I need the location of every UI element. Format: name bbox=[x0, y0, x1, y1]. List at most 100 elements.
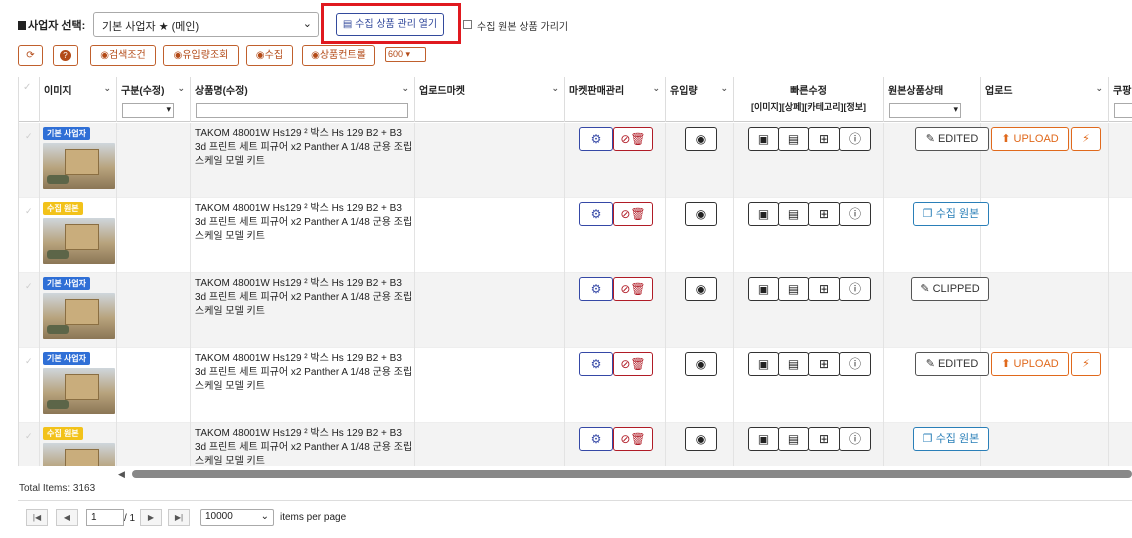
product-thumbnail[interactable] bbox=[43, 443, 115, 466]
select-all-header[interactable]: ✓ bbox=[19, 77, 40, 122]
col-image[interactable]: 이미지 ⌄ bbox=[40, 77, 117, 122]
col-quick-edit[interactable]: 빠른수정 [이미지][상페][카테고리][정보] bbox=[734, 77, 884, 122]
col-upload-market[interactable]: 업로드마켓 ⌄ bbox=[415, 77, 565, 122]
last-page-button[interactable]: ▶| bbox=[168, 509, 190, 526]
collect-button[interactable]: ◉수집 bbox=[246, 45, 293, 66]
edit-category-button[interactable]: ⊞ bbox=[808, 352, 840, 376]
product-thumbnail[interactable] bbox=[43, 293, 115, 339]
market-settings-button[interactable]: ⚙ bbox=[579, 352, 613, 376]
edit-image-button[interactable]: ▣ bbox=[748, 427, 779, 451]
market-settings-button[interactable]: ⚙ bbox=[579, 277, 613, 301]
edit-detail-page-button[interactable]: ▤ bbox=[778, 202, 809, 226]
page-size-select[interactable]: 600 ▾ bbox=[385, 47, 426, 62]
edit-image-button[interactable]: ▣ bbox=[748, 127, 779, 151]
category-filter-select[interactable]: ▾ bbox=[122, 103, 174, 118]
market-settings-button[interactable]: ⚙ bbox=[579, 427, 613, 451]
col-product-name[interactable]: 상품명(수정) ⌄ bbox=[191, 77, 415, 122]
upload-button[interactable]: ⬆ UPLOAD bbox=[991, 352, 1069, 376]
product-name-cell[interactable]: TAKOM 48001W Hs129 ² 박스 Hs 129 B2 + B3 3… bbox=[191, 423, 415, 466]
table-row[interactable]: ✓ 수집 원본 TAKOM 48001W Hs129 ² 박스 Hs 129 B… bbox=[19, 423, 1132, 466]
row-select[interactable]: ✓ bbox=[19, 198, 40, 273]
category-cell[interactable] bbox=[117, 273, 191, 348]
status-filter-select[interactable]: ▾ bbox=[889, 103, 961, 118]
market-delete-button[interactable]: ⊘🗑 bbox=[613, 127, 653, 151]
edit-category-button[interactable]: ⊞ bbox=[808, 277, 840, 301]
quick-upload-button[interactable]: ⚡ bbox=[1071, 352, 1101, 376]
edit-image-button[interactable]: ▣ bbox=[748, 277, 779, 301]
upload-button[interactable]: ⬆ UPLOAD bbox=[991, 127, 1069, 151]
product-name-cell[interactable]: TAKOM 48001W Hs129 ² 박스 Hs 129 B2 + B3 3… bbox=[191, 123, 415, 198]
help-button[interactable]: ? bbox=[53, 45, 78, 66]
market-delete-button[interactable]: ⊘🗑 bbox=[613, 427, 653, 451]
original-status-button[interactable]: ✎ EDITED bbox=[915, 127, 989, 151]
view-inflow-button[interactable]: ◉ bbox=[685, 352, 717, 376]
market-delete-button[interactable]: ⊘🗑 bbox=[613, 277, 653, 301]
horizontal-scrollbar[interactable]: ◀ bbox=[118, 469, 1132, 479]
next-page-button[interactable]: ▶ bbox=[140, 509, 162, 526]
col-upload[interactable]: 업로드 ⌄ bbox=[981, 77, 1109, 122]
product-name-cell[interactable]: TAKOM 48001W Hs129 ² 박스 Hs 129 B2 + B3 3… bbox=[191, 273, 415, 348]
edit-info-button[interactable]: ⓘ bbox=[839, 277, 871, 301]
market-delete-button[interactable]: ⊘🗑 bbox=[613, 202, 653, 226]
edit-category-button[interactable]: ⊞ bbox=[808, 127, 840, 151]
category-cell[interactable] bbox=[117, 123, 191, 198]
edit-image-button[interactable]: ▣ bbox=[748, 202, 779, 226]
edit-category-button[interactable]: ⊞ bbox=[808, 427, 840, 451]
edit-detail-page-button[interactable]: ▤ bbox=[778, 427, 809, 451]
row-select[interactable]: ✓ bbox=[19, 348, 40, 423]
inflow-lookup-button[interactable]: ◉유입량조회 bbox=[163, 45, 239, 66]
original-status-button[interactable]: ✎ CLIPPED bbox=[911, 277, 989, 301]
category-cell[interactable] bbox=[117, 423, 191, 466]
scroll-left-icon[interactable]: ◀ bbox=[118, 469, 125, 480]
per-page-select[interactable]: 10000 ⌄ bbox=[200, 509, 274, 526]
product-control-button[interactable]: ◉상품컨트롤 bbox=[302, 45, 375, 66]
edit-detail-page-button[interactable]: ▤ bbox=[778, 352, 809, 376]
view-inflow-button[interactable]: ◉ bbox=[685, 427, 717, 451]
market-settings-button[interactable]: ⚙ bbox=[579, 202, 613, 226]
product-name-filter[interactable] bbox=[196, 103, 408, 118]
col-original-status[interactable]: 원본상품상태 ▾ bbox=[884, 77, 981, 122]
hide-original-checkbox[interactable] bbox=[463, 20, 472, 29]
product-thumbnail[interactable] bbox=[43, 368, 115, 414]
original-status-button[interactable]: ✎ EDITED bbox=[915, 352, 989, 376]
market-delete-button[interactable]: ⊘🗑 bbox=[613, 352, 653, 376]
table-row[interactable]: ✓ 수집 원본 TAKOM 48001W Hs129 ² 박스 Hs 129 B… bbox=[19, 198, 1132, 273]
refresh-button[interactable]: ⟳ bbox=[18, 45, 43, 66]
col-category[interactable]: 구분(수정) ⌄ ▾ bbox=[117, 77, 191, 122]
col-coupon[interactable]: 쿠팡 bbox=[1109, 77, 1132, 122]
edit-image-button[interactable]: ▣ bbox=[748, 352, 779, 376]
table-row[interactable]: ✓ 기본 사업자 TAKOM 48001W Hs129 ² 박스 Hs 129 … bbox=[19, 348, 1132, 423]
quick-upload-button[interactable]: ⚡ bbox=[1071, 127, 1101, 151]
view-inflow-button[interactable]: ◉ bbox=[685, 277, 717, 301]
edit-category-button[interactable]: ⊞ bbox=[808, 202, 840, 226]
first-page-button[interactable]: |◀ bbox=[26, 509, 48, 526]
table-row[interactable]: ✓ 기본 사업자 TAKOM 48001W Hs129 ² 박스 Hs 129 … bbox=[19, 123, 1132, 198]
original-status-button[interactable]: ❐ 수집 원본 bbox=[913, 427, 989, 451]
product-thumbnail[interactable] bbox=[43, 218, 115, 264]
row-select[interactable]: ✓ bbox=[19, 123, 40, 198]
product-name-cell[interactable]: TAKOM 48001W Hs129 ² 박스 Hs 129 B2 + B3 3… bbox=[191, 198, 415, 273]
search-conditions-button[interactable]: ◉검색조건 bbox=[90, 45, 156, 66]
category-cell[interactable] bbox=[117, 198, 191, 273]
category-cell[interactable] bbox=[117, 348, 191, 423]
col-inflow[interactable]: 유입량 ⌄ bbox=[666, 77, 734, 122]
scrollbar-thumb[interactable] bbox=[132, 470, 1132, 478]
edit-detail-page-button[interactable]: ▤ bbox=[778, 277, 809, 301]
row-select[interactable]: ✓ bbox=[19, 273, 40, 348]
view-inflow-button[interactable]: ◉ bbox=[685, 127, 717, 151]
row-select[interactable]: ✓ bbox=[19, 423, 40, 466]
edit-info-button[interactable]: ⓘ bbox=[839, 202, 871, 226]
coupon-filter[interactable] bbox=[1114, 103, 1132, 118]
product-name-cell[interactable]: TAKOM 48001W Hs129 ² 박스 Hs 129 B2 + B3 3… bbox=[191, 348, 415, 423]
edit-info-button[interactable]: ⓘ bbox=[839, 427, 871, 451]
original-status-button[interactable]: ❐ 수집 원본 bbox=[913, 202, 989, 226]
open-collected-products-button[interactable]: ▤ 수집 상품 관리 열기 bbox=[336, 13, 444, 36]
view-inflow-button[interactable]: ◉ bbox=[685, 202, 717, 226]
col-market-mgmt[interactable]: 마켓판매관리 ⌄ bbox=[565, 77, 666, 122]
edit-info-button[interactable]: ⓘ bbox=[839, 352, 871, 376]
page-input[interactable]: 1 bbox=[86, 509, 124, 526]
prev-page-button[interactable]: ◀ bbox=[56, 509, 78, 526]
table-row[interactable]: ✓ 기본 사업자 TAKOM 48001W Hs129 ² 박스 Hs 129 … bbox=[19, 273, 1132, 348]
business-select[interactable]: 기본 사업자 ★ (메인) ⌄ bbox=[93, 12, 319, 37]
market-settings-button[interactable]: ⚙ bbox=[579, 127, 613, 151]
